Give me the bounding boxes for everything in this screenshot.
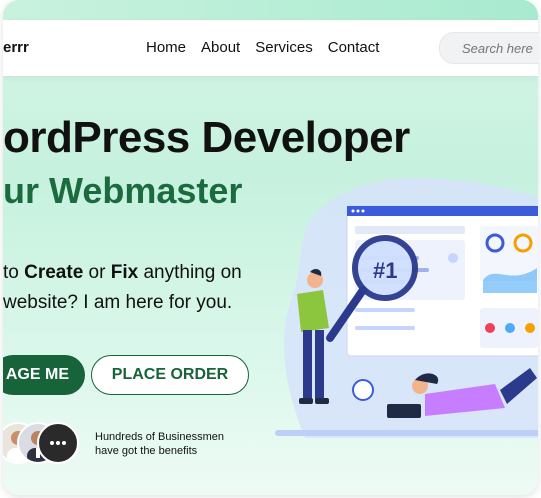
- engage-me-button[interactable]: AGE ME: [3, 355, 85, 395]
- desc-create: Create: [24, 262, 84, 283]
- hero-description-line2: website? I am here for you.: [3, 292, 233, 313]
- avatar: [37, 422, 79, 464]
- desc-fix: Fix: [110, 262, 139, 283]
- desc-or: or: [83, 262, 111, 283]
- clients-line2: have got the benefits: [95, 445, 198, 457]
- globe-icon: [352, 379, 374, 401]
- developer-illustration: #1: [275, 178, 538, 438]
- hero-description-line1: to Create or Fix anything on: [3, 258, 242, 288]
- navbar: errr Home About Services Contact: [3, 20, 538, 76]
- logo[interactable]: errr: [3, 39, 29, 56]
- nav-item-home[interactable]: Home: [146, 39, 186, 56]
- nav-item-services[interactable]: Services: [255, 39, 313, 56]
- client-avatars: [3, 422, 79, 466]
- nav-menu: Home About Services Contact: [146, 39, 379, 56]
- search-input[interactable]: [460, 40, 538, 57]
- hero-subtitle: ur Webmaster: [3, 170, 243, 211]
- hero-title: ordPress Developer: [3, 113, 410, 162]
- desc-prefix: to: [3, 262, 25, 283]
- clients-text: Hundreds of Businessmen have got the ben…: [95, 430, 224, 458]
- place-order-button[interactable]: PLACE ORDER: [91, 355, 249, 395]
- desc-rest: anything on: [138, 262, 242, 283]
- clients-line1: Hundreds of Businessmen: [95, 431, 225, 443]
- rank-badge: #1: [373, 258, 397, 283]
- nav-item-about[interactable]: About: [201, 39, 240, 56]
- nav-item-contact[interactable]: Contact: [328, 39, 380, 56]
- page-frame: errr Home About Services Contact ordPres…: [3, 0, 538, 495]
- hero-description: to Create or Fix anything on website? I …: [3, 258, 242, 318]
- top-strip: [3, 0, 538, 20]
- search-box[interactable]: [439, 32, 538, 64]
